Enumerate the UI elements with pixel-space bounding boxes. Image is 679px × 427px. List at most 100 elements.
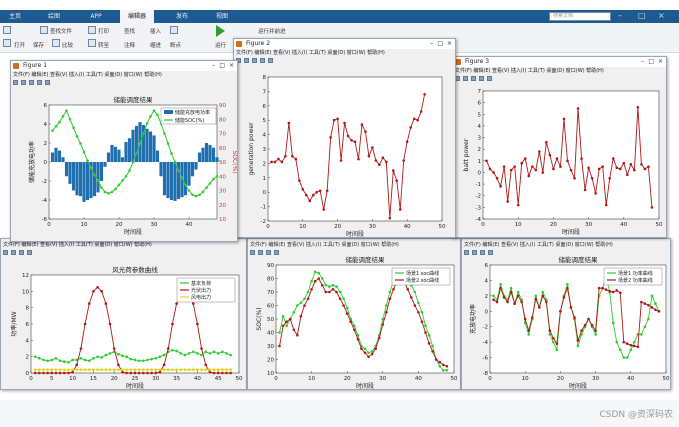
chart-fig4: 0 5 10 15 20 25 30 35 40 45 50 0 2 4 6 8 10 12 风光荷参数曲线时间段 功…	[10, 265, 243, 390]
series-1-point	[62, 360, 66, 363]
series-2-point	[657, 309, 661, 313]
series-1-point	[179, 352, 183, 355]
x-tick-label: 40	[186, 222, 193, 228]
y-tick-label: -6	[42, 217, 48, 223]
y-tick-label: -2	[261, 219, 266, 225]
tab-view[interactable]: 视图	[210, 10, 234, 23]
y-tick-label: 4	[478, 124, 482, 130]
plot-area	[267, 76, 443, 222]
ribbon-save[interactable]: 保存	[33, 41, 44, 49]
tab-home[interactable]: 主页	[3, 10, 27, 23]
series-point	[332, 118, 336, 122]
series-1-point	[438, 364, 442, 368]
y-axis-label: 充放电功率	[469, 304, 477, 334]
series-3-point	[142, 368, 145, 372]
series-point	[527, 174, 531, 178]
series-1-point	[54, 357, 58, 360]
x-tick-label: 30	[379, 376, 386, 382]
series-2-point	[367, 355, 370, 359]
series-2-point	[353, 328, 356, 332]
tab-publish[interactable]: 发布	[170, 10, 194, 23]
series-1-point	[650, 294, 654, 298]
ribbon-goto[interactable]: 转至	[98, 41, 109, 49]
find-file-icon[interactable]	[40, 26, 48, 34]
ribbon-insert[interactable]: 插入	[150, 27, 161, 35]
goto-icon[interactable]	[88, 39, 96, 47]
x-axis-label: 时间段	[126, 382, 144, 390]
figure-window-3[interactable]: Figure 3 – □ × 文件(F) 编辑(E) 查看(V) 插入(I) 工…	[452, 56, 667, 238]
series-1-point	[208, 352, 212, 355]
ribbon-compare[interactable]: 比较	[62, 41, 73, 49]
series-2-point	[133, 371, 137, 375]
series-3-point	[229, 368, 232, 372]
maximize-icon[interactable]: □	[638, 11, 646, 20]
series-2-point	[650, 306, 654, 309]
series-2-point	[306, 297, 310, 301]
new-icon[interactable]	[3, 39, 11, 47]
ribbon-breakpoints[interactable]: 断点	[170, 41, 181, 49]
series-1-point	[622, 356, 626, 359]
close-icon[interactable]: ×	[658, 11, 665, 20]
y-tick-label: 7	[263, 89, 267, 95]
x-tick-label: 10	[81, 222, 88, 228]
x-tick-label: 10	[299, 224, 306, 230]
series-2-point	[175, 302, 178, 305]
y-tick-label: 20	[267, 358, 274, 364]
series-1-point	[225, 352, 228, 355]
ribbon-run-advance[interactable]: 运行并前进	[258, 27, 286, 35]
y-tick-label: 0	[263, 190, 267, 196]
x-tick-label: 25	[132, 376, 139, 382]
run-icon[interactable]	[216, 25, 225, 37]
search-input[interactable]: 搜索文档	[549, 12, 611, 21]
series-2-point	[502, 296, 506, 299]
tab-apps[interactable]: APP	[84, 10, 108, 23]
series-1-point	[427, 333, 431, 337]
ribbon-comment[interactable]: 注释	[124, 41, 135, 49]
bar	[110, 144, 114, 162]
series-2-point	[162, 363, 166, 367]
series-point	[495, 176, 499, 180]
series-1-point	[196, 352, 199, 355]
bar	[204, 143, 209, 162]
bar	[162, 162, 167, 196]
ribbon-open[interactable]: 打开	[14, 41, 25, 49]
tab-plots[interactable]: 绘图	[42, 10, 66, 23]
y-tick-label: -8	[483, 371, 489, 377]
series-3-point	[42, 368, 45, 372]
series-point	[594, 192, 597, 195]
figure-window-6[interactable]: 文件(F) 编辑(E) 查看(V) 插入(I) 工具(T) 桌面(D) 窗口(W…	[461, 238, 671, 390]
series-1-point	[424, 324, 427, 328]
series-3-point	[92, 368, 95, 372]
series-point	[298, 179, 301, 182]
x-axis-label: 时间段	[569, 382, 587, 390]
figure-window-1[interactable]: Figure 1 – □ × 文件(F) 编辑(E) 查看(V) 插入(I) 工…	[10, 60, 238, 242]
new-file-icon[interactable]	[3, 26, 11, 34]
ribbon-print[interactable]: 打印	[98, 27, 109, 35]
y2-tick-label: 80	[219, 117, 226, 123]
compare-icon[interactable]	[52, 39, 60, 47]
series-point	[587, 166, 590, 170]
ribbon-run[interactable]: 运行	[215, 41, 226, 49]
figure-window-4[interactable]: 文件(F) 编辑(E) 查看(V) 插入(I) 工具(T) 桌面(D) 窗口(W…	[0, 238, 247, 390]
series-2-point	[229, 371, 232, 375]
y-tick-label: 6	[263, 104, 267, 110]
tab-editor[interactable]: 编辑器	[120, 10, 154, 23]
ribbon-find[interactable]: 查找	[124, 27, 135, 35]
y2-tick-label: 50	[219, 160, 226, 166]
y-tick-label: -4	[483, 340, 489, 346]
series-2-point	[212, 371, 216, 375]
ribbon-find-files[interactable]: 查找文件	[50, 27, 72, 35]
ribbon-indent[interactable]: 缩进	[150, 41, 161, 49]
figure-window-5[interactable]: 文件(F) 编辑(E) 查看(V) 插入(I) 工具(T) 桌面(D) 窗口(W…	[247, 238, 461, 390]
figure-window-2[interactable]: Figure 2 – □ × 文件(F) 编辑(E) 查看(V) 插入(I) 工…	[233, 38, 456, 238]
series-1-point	[313, 270, 317, 274]
breakpoint-icon[interactable]	[170, 26, 178, 34]
y-tick-label: -4	[42, 198, 48, 204]
series-point	[287, 121, 291, 125]
minimize-icon[interactable]: –	[618, 11, 622, 20]
print-icon[interactable]	[88, 26, 96, 34]
series-2-point	[587, 317, 590, 321]
series-3-point	[154, 368, 158, 372]
series-point	[398, 208, 402, 211]
y-tick-label: 6	[44, 103, 48, 109]
